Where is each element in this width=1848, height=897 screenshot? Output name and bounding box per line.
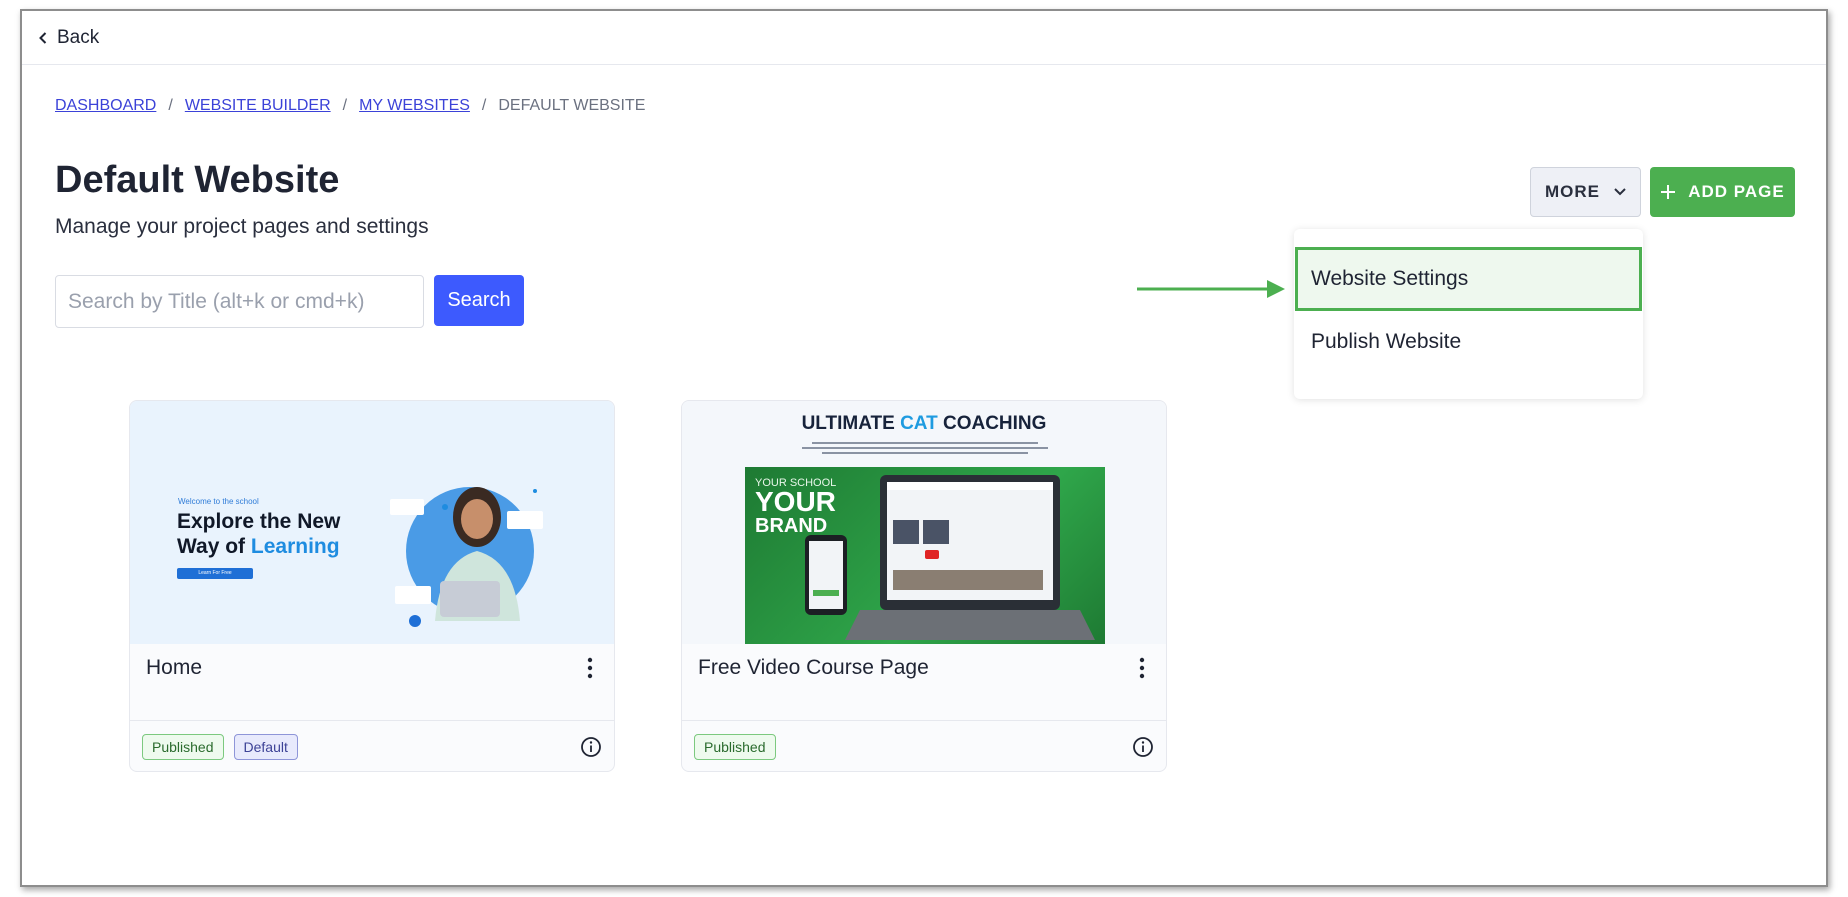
- menu-item-publish-website[interactable]: Publish Website: [1294, 311, 1643, 373]
- more-button[interactable]: MORE: [1530, 167, 1641, 217]
- page-subtitle: Manage your project pages and settings: [55, 215, 429, 238]
- thumbnail-subtext-lines-icon: [802, 442, 1048, 454]
- thumbnail-cta: Learn For Free: [177, 568, 253, 579]
- breadcrumb-separator: /: [342, 97, 348, 114]
- more-label: MORE: [1545, 182, 1600, 201]
- laptop-phone-illustration-icon: [805, 475, 1095, 640]
- status-badge-published: Published: [142, 734, 224, 760]
- breadcrumb-current: DEFAULT WEBSITE: [498, 97, 646, 114]
- plus-icon: [1661, 185, 1676, 199]
- thumbnail-welcome-text: Welcome to the school: [178, 497, 259, 506]
- page-thumbnail[interactable]: ULTIMATE CAT COACHING YOUR SCHOOL YOUR B…: [682, 401, 1166, 644]
- chevron-left-icon: [39, 31, 47, 44]
- back-button[interactable]: Back: [38, 27, 99, 49]
- thumbnail-title-accent: CAT: [900, 413, 938, 434]
- chevron-down-icon: [1614, 188, 1626, 196]
- breadcrumb-website-builder[interactable]: WEBSITE BUILDER: [185, 97, 331, 115]
- headline-line-1: Explore the New: [177, 510, 341, 533]
- student-illustration-icon: [390, 487, 543, 627]
- search-button[interactable]: Search: [434, 275, 524, 326]
- thumbnail-cta-label: Learn For Free: [198, 570, 232, 576]
- headline-accent: Learning: [250, 535, 340, 558]
- add-page-button[interactable]: ADD PAGE: [1650, 167, 1795, 217]
- page-card-home[interactable]: Welcome to the school Explore the New Wa…: [129, 400, 615, 772]
- status-badge-published: Published: [694, 734, 776, 760]
- thumbnail-title-suffix: COACHING: [937, 413, 1047, 434]
- video-preview: YOUR SCHOOL YOUR BRAND: [745, 467, 1105, 644]
- card-title: Home: [146, 656, 203, 679]
- kebab-menu-icon[interactable]: [580, 656, 600, 680]
- app-window: Back DASHBOARD / WEBSITE BUILDER / MY WE…: [20, 9, 1828, 887]
- page-card-free-video-course[interactable]: ULTIMATE CAT COACHING YOUR SCHOOL YOUR B…: [681, 400, 1167, 772]
- thumbnail-title: ULTIMATE CAT COACHING: [682, 413, 1166, 435]
- search-input[interactable]: [55, 275, 424, 328]
- page-thumbnail[interactable]: Welcome to the school Explore the New Wa…: [130, 401, 614, 644]
- card-footer: Published: [682, 720, 1166, 771]
- info-icon[interactable]: [580, 736, 602, 758]
- page-title: Default Website: [55, 159, 340, 201]
- thumbnail-title-prefix: ULTIMATE: [801, 413, 901, 434]
- card-footer: Published Default: [130, 720, 614, 771]
- breadcrumb-separator: /: [481, 97, 487, 114]
- headline-prefix: Way of: [177, 535, 251, 558]
- info-icon[interactable]: [1132, 736, 1154, 758]
- kebab-menu-icon[interactable]: [1132, 656, 1152, 680]
- breadcrumb: DASHBOARD / WEBSITE BUILDER / MY WEBSITE…: [55, 97, 645, 115]
- breadcrumb-dashboard[interactable]: DASHBOARD: [55, 97, 156, 115]
- arrow-annotation-icon: [1137, 280, 1285, 298]
- card-title-row: Home: [130, 644, 614, 720]
- more-dropdown-menu: Website Settings Publish Website: [1294, 229, 1643, 399]
- top-bar: Back: [22, 11, 1826, 65]
- card-title: Free Video Course Page: [698, 656, 929, 679]
- status-badge-default: Default: [233, 734, 298, 760]
- breadcrumb-separator: /: [168, 97, 173, 114]
- thumbnail-headline: Explore the New Way of Learning: [177, 509, 340, 559]
- add-page-label: ADD PAGE: [1688, 182, 1785, 201]
- card-title-row: Free Video Course Page: [682, 644, 1166, 720]
- menu-item-website-settings[interactable]: Website Settings: [1295, 247, 1642, 311]
- breadcrumb-my-websites[interactable]: MY WEBSITES: [359, 97, 470, 115]
- back-label: Back: [57, 26, 100, 48]
